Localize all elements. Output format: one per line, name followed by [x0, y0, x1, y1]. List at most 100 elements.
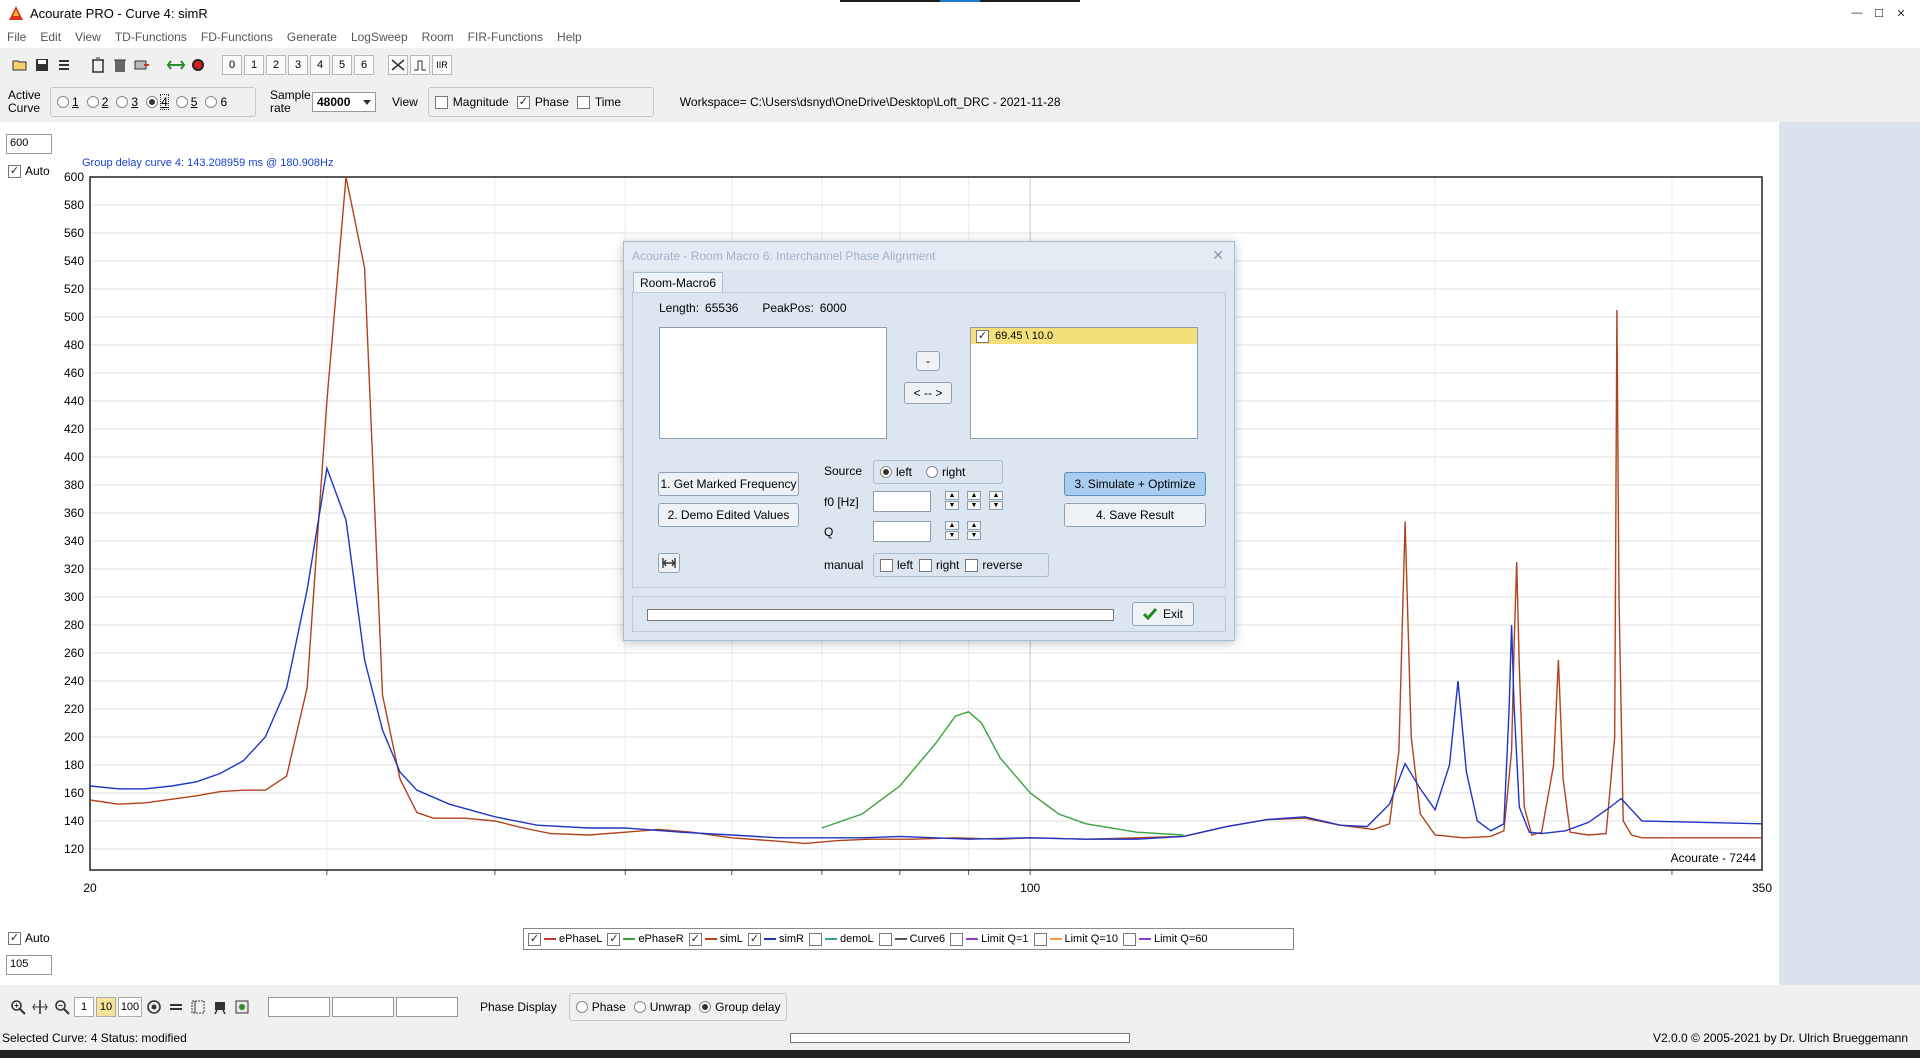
- curve-radio-4[interactable]: 4: [146, 94, 169, 110]
- target-icon[interactable]: [144, 997, 164, 1017]
- manual-right-checkbox[interactable]: right: [919, 558, 959, 572]
- minimize-button[interactable]: —: [1846, 0, 1868, 26]
- get-marked-frequency-button[interactable]: 1. Get Marked Frequency: [658, 472, 799, 496]
- legend-item-ephasel[interactable]: ePhaseL: [528, 932, 602, 946]
- q-spin-up-1[interactable]: ▲: [945, 521, 959, 530]
- delete-all-icon[interactable]: [88, 55, 108, 75]
- zoom-level-10[interactable]: 10: [96, 997, 116, 1017]
- f0-spin-down-1[interactable]: ▼: [945, 501, 959, 510]
- curve-button-6[interactable]: 6: [354, 55, 374, 75]
- settings-icon[interactable]: [54, 55, 74, 75]
- manual-left-checkbox[interactable]: left: [880, 558, 913, 572]
- left-list[interactable]: [659, 327, 887, 439]
- export-icon[interactable]: [132, 55, 152, 75]
- curve-radio-5[interactable]: 5: [175, 95, 197, 109]
- zoom-level-100[interactable]: 100: [118, 997, 142, 1017]
- zoom-level-1[interactable]: 1: [74, 997, 94, 1017]
- open-folder-icon[interactable]: [10, 55, 30, 75]
- zoom-in-icon[interactable]: [8, 997, 28, 1017]
- manual-reverse-checkbox[interactable]: reverse: [965, 558, 1022, 572]
- grid-icon[interactable]: [188, 997, 208, 1017]
- swap-icon[interactable]: [388, 55, 408, 75]
- curve-button-1[interactable]: 1: [244, 55, 264, 75]
- f0-spin-up-2[interactable]: ▲: [967, 491, 981, 500]
- zoom-out-icon[interactable]: [52, 997, 72, 1017]
- q-spin-down-2[interactable]: ▼: [967, 531, 981, 540]
- curve-button-0[interactable]: 0: [222, 55, 242, 75]
- curve-button-4[interactable]: 4: [310, 55, 330, 75]
- save-result-button[interactable]: 4. Save Result: [1064, 503, 1206, 527]
- cursor-input-2[interactable]: [332, 997, 394, 1017]
- phase-radio[interactable]: Phase: [575, 1000, 626, 1014]
- delete-icon[interactable]: [110, 55, 130, 75]
- curve-radio-2[interactable]: 2: [86, 95, 108, 109]
- legend-item-siml[interactable]: simL: [688, 932, 743, 946]
- curve-radio-1[interactable]: 1: [57, 95, 79, 109]
- pulse-icon[interactable]: [410, 55, 430, 75]
- iir-button[interactable]: IIR: [432, 55, 452, 75]
- exit-button[interactable]: Exit: [1132, 602, 1194, 626]
- remove-button[interactable]: -: [916, 351, 940, 371]
- f0-spin-up-3[interactable]: ▲: [989, 491, 1003, 500]
- right-list[interactable]: 69.45 \ 10.0: [970, 327, 1198, 439]
- menu-fir-functions[interactable]: FIR-Functions: [461, 30, 550, 44]
- swap-button[interactable]: < -- >: [904, 382, 952, 404]
- checkbox-icon: [809, 932, 822, 946]
- f0-input[interactable]: [873, 491, 931, 512]
- curve-button-5[interactable]: 5: [332, 55, 352, 75]
- q-spin-down-1[interactable]: ▼: [945, 531, 959, 540]
- f0-spin-down-2[interactable]: ▼: [967, 501, 981, 510]
- list-item[interactable]: 69.45 \ 10.0: [971, 328, 1197, 344]
- simulate-optimize-button[interactable]: 3. Simulate + Optimize: [1064, 472, 1206, 496]
- fit-width-icon[interactable]: [658, 553, 680, 573]
- unwrap-radio[interactable]: Unwrap: [633, 1000, 691, 1014]
- curve-radio-3[interactable]: 3: [116, 95, 138, 109]
- cursor-input-1[interactable]: [268, 997, 330, 1017]
- f0-spin-down-3[interactable]: ▼: [989, 501, 1003, 510]
- menu-generate[interactable]: Generate: [280, 30, 344, 44]
- camera-icon[interactable]: [210, 997, 230, 1017]
- legend-item-simr[interactable]: simR: [747, 932, 804, 946]
- horizontal-lines-icon[interactable]: [166, 997, 186, 1017]
- y-min-input[interactable]: 105: [6, 955, 52, 975]
- legend-item-limit-q1[interactable]: Limit Q=1: [950, 932, 1029, 946]
- q-input[interactable]: [873, 521, 931, 542]
- screenshot-icon[interactable]: [232, 997, 252, 1017]
- q-spin-up-2[interactable]: ▲: [967, 521, 981, 530]
- record-icon[interactable]: [188, 55, 208, 75]
- menu-fd-functions[interactable]: FD-Functions: [194, 30, 280, 44]
- view-magnitude-checkbox[interactable]: Magnitude: [434, 95, 509, 109]
- menu-td-functions[interactable]: TD-Functions: [108, 30, 194, 44]
- dialog-close-icon[interactable]: ✕: [1212, 247, 1224, 264]
- menu-help[interactable]: Help: [550, 30, 589, 44]
- sample-rate-select[interactable]: 48000: [312, 92, 376, 112]
- legend-item-curve6[interactable]: Curve6: [878, 932, 945, 946]
- close-button[interactable]: ✕: [1890, 0, 1912, 26]
- menu-file[interactable]: File: [0, 30, 33, 44]
- legend-item-limit-q60[interactable]: Limit Q=60: [1123, 932, 1208, 946]
- view-phase-checkbox[interactable]: Phase: [516, 95, 569, 109]
- view-time-checkbox[interactable]: Time: [576, 95, 621, 109]
- group-delay-radio[interactable]: Group delay: [699, 1000, 780, 1014]
- legend-item-ephaser[interactable]: ePhaseR: [607, 932, 684, 946]
- cursor-input-3[interactable]: [396, 997, 458, 1017]
- demo-edited-values-button[interactable]: 2. Demo Edited Values: [658, 503, 799, 527]
- curve-radio-6[interactable]: 6: [205, 95, 227, 109]
- save-icon[interactable]: [32, 55, 52, 75]
- auto-scale-bottom-checkbox[interactable]: Auto: [8, 931, 50, 945]
- link-icon[interactable]: [166, 55, 186, 75]
- menu-view[interactable]: View: [68, 30, 108, 44]
- curve-button-3[interactable]: 3: [288, 55, 308, 75]
- f0-spin-up-1[interactable]: ▲: [945, 491, 959, 500]
- menu-edit[interactable]: Edit: [33, 30, 68, 44]
- menu-logsweep[interactable]: LogSweep: [344, 30, 415, 44]
- legend-item-demol[interactable]: demoL: [809, 932, 874, 946]
- source-right-radio[interactable]: right: [926, 465, 965, 479]
- tab-room-macro6[interactable]: Room-Macro6: [633, 272, 724, 292]
- legend-item-limit-q10[interactable]: Limit Q=10: [1033, 932, 1118, 946]
- menu-room[interactable]: Room: [415, 30, 461, 44]
- curve-button-2[interactable]: 2: [266, 55, 286, 75]
- source-left-radio[interactable]: left: [880, 465, 912, 479]
- fit-horizontal-icon[interactable]: [30, 997, 50, 1017]
- maximize-button[interactable]: ☐: [1868, 0, 1890, 26]
